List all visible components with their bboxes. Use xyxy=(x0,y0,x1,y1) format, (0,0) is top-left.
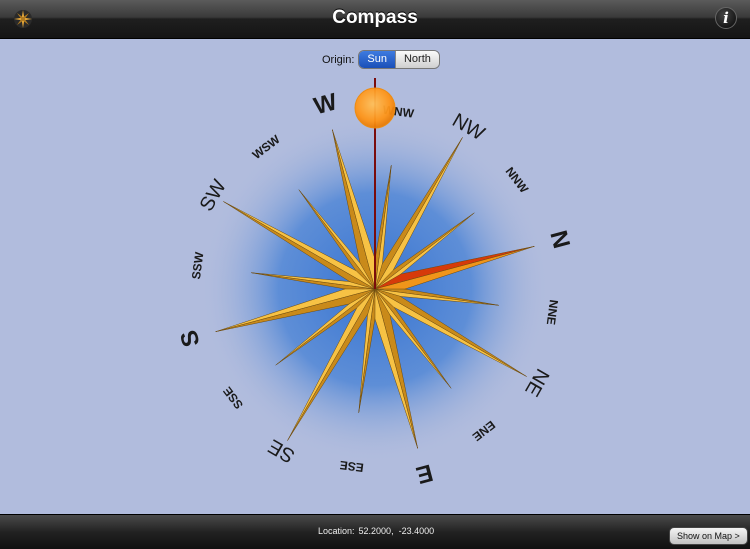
top-toolbar: Compass i xyxy=(0,0,750,39)
origin-control: Origin: Sun North xyxy=(322,50,440,69)
origin-segmented-control[interactable]: Sun North xyxy=(358,50,440,69)
compass-view: N NNE NE ENE E ESE SE SSE S SSW SW WSW W WNW NW NNW Ori… xyxy=(0,39,750,514)
compass-label-w: W xyxy=(311,88,340,120)
origin-north-button[interactable]: North xyxy=(394,51,439,68)
show-on-map-button[interactable]: Show on Map > xyxy=(669,527,748,545)
location-readout: Location: 52.2000, -23.4000 xyxy=(318,526,434,536)
origin-sun-button[interactable]: Sun xyxy=(359,51,395,68)
location-latitude: 52.2000, xyxy=(358,526,394,536)
compass-rose[interactable]: NNNENEENEEESESESSESSSWSWWSWW WNW NWNNW xyxy=(0,39,750,514)
sun-icon[interactable] xyxy=(354,87,396,129)
location-label: Location: xyxy=(318,526,355,536)
page-title: Compass xyxy=(332,7,418,28)
origin-label: Origin: xyxy=(322,53,355,66)
bottom-toolbar: Location: 52.2000, -23.4000 Show on Map > xyxy=(0,514,750,549)
location-longitude: -23.4000 xyxy=(398,526,435,536)
compass-label-s: S xyxy=(175,327,205,349)
compass-label-e: E xyxy=(413,459,435,489)
info-icon[interactable]: i xyxy=(715,7,737,29)
compass-label-n: N xyxy=(544,228,575,252)
